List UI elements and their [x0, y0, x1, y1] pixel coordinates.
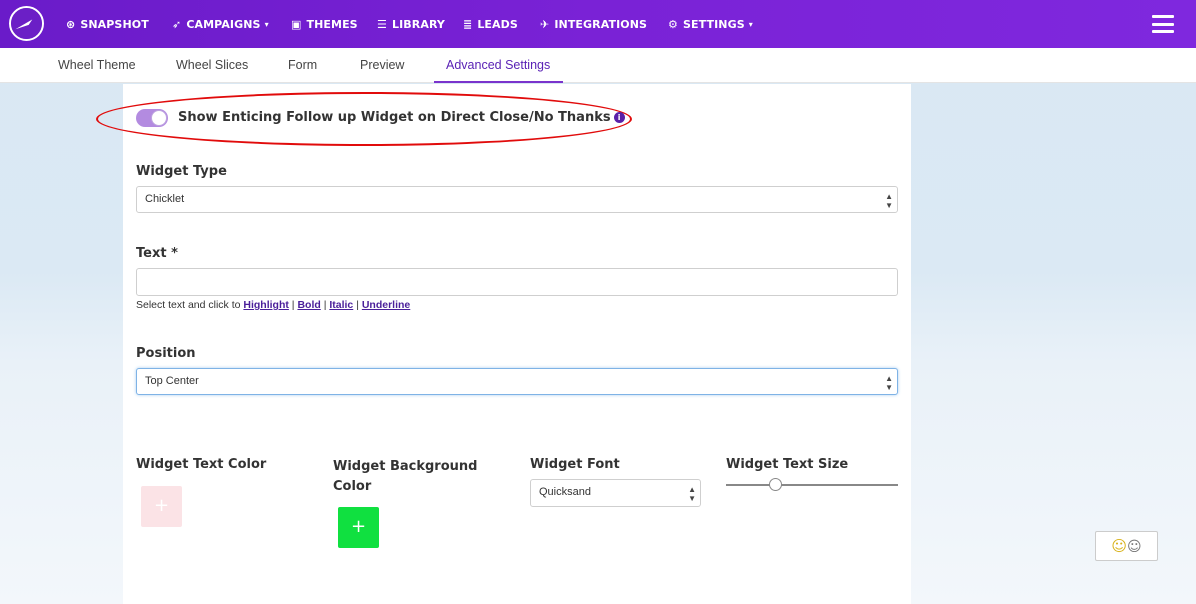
formatting-helper: Select text and click to Highlight | Bol…	[136, 299, 410, 311]
tab-wheel-slices[interactable]: Wheel Slices	[176, 48, 248, 83]
nav-snapshot[interactable]: ⊛ SNAPSHOT	[66, 0, 149, 48]
helper-sep: |	[353, 299, 362, 311]
chevron-down-icon: ▾	[748, 19, 753, 29]
emoji-feedback-button[interactable]: ☺☺	[1095, 531, 1158, 561]
nav-library-label: LIBRARY	[391, 17, 445, 31]
slider-track	[726, 484, 898, 486]
widget-type-value: Chicklet	[145, 193, 185, 205]
paper-plane-icon: ➶	[172, 17, 182, 31]
select-arrows-icon: ▲ ▼	[885, 374, 893, 392]
plus-icon: +	[350, 516, 367, 537]
italic-link[interactable]: Italic	[329, 299, 353, 311]
nav-settings-label: SETTINGS	[682, 17, 745, 31]
nav-campaigns[interactable]: ➶ CAMPAIGNS ▾	[172, 0, 269, 48]
tab-advanced-settings[interactable]: Advanced Settings	[434, 48, 564, 83]
widget-background-color-picker[interactable]: +	[338, 507, 379, 548]
cogs-icon: ⚙	[668, 17, 678, 31]
highlight-link[interactable]: Highlight	[243, 299, 289, 311]
widget-text-size-label: Widget Text Size	[726, 457, 849, 472]
settings-card	[123, 84, 911, 604]
smiley-icon: ☺	[1127, 539, 1142, 555]
widget-text-size-slider[interactable]	[726, 478, 898, 492]
position-label: Position	[136, 346, 196, 361]
settings-tabs: Wheel Theme Wheel Slices Form Preview Ad…	[0, 48, 1196, 83]
nav-integrations[interactable]: ✈ INTEGRATIONS	[540, 0, 647, 48]
widget-text-color-label: Widget Text Color	[136, 457, 267, 472]
nav-library[interactable]: ☰ LIBRARY	[377, 0, 445, 48]
helper-prefix: Select text and click to	[136, 299, 244, 311]
nav-leads[interactable]: ≣ LEADS	[463, 0, 518, 48]
select-arrows-icon: ▲ ▼	[688, 485, 696, 503]
followup-widget-toggle[interactable]	[136, 109, 168, 127]
wheel-logo-icon	[11, 8, 42, 39]
info-icon[interactable]: i	[613, 112, 625, 123]
nav-leads-label: LEADS	[477, 17, 518, 31]
chevron-down-icon: ▾	[264, 19, 269, 29]
widget-font-select[interactable]: Quicksand ▲ ▼	[530, 479, 701, 507]
tab-preview[interactable]: Preview	[360, 48, 404, 83]
followup-label-text: Show Enticing Follow up Widget on Direct…	[178, 110, 611, 125]
plus-icon: +	[153, 495, 170, 516]
widget-background-color-label: Widget Background Color	[333, 459, 478, 494]
followup-widget-toggle-label: Show Enticing Follow up Widget on Direct…	[178, 110, 625, 125]
widget-text-input[interactable]	[136, 268, 898, 296]
position-value: Top Center	[145, 375, 199, 387]
smiley-add-icon: ☺	[1111, 537, 1128, 555]
tab-form[interactable]: Form	[288, 48, 317, 83]
nav-integrations-label: INTEGRATIONS	[554, 17, 648, 31]
nav-settings[interactable]: ⚙ SETTINGS ▾	[668, 0, 753, 48]
image-icon: ▣	[291, 17, 302, 31]
list-icon: ≣	[463, 17, 473, 31]
plug-icon: ✈	[540, 17, 550, 31]
nav-themes[interactable]: ▣ THEMES	[291, 0, 358, 48]
list-alt-icon: ☰	[377, 17, 387, 31]
widget-font-value: Quicksand	[539, 486, 591, 498]
hamburger-menu-icon[interactable]	[1152, 15, 1174, 33]
widget-type-label: Widget Type	[136, 164, 227, 179]
nav-campaigns-label: CAMPAIGNS	[186, 17, 261, 31]
widget-type-select[interactable]: Chicklet ▲ ▼	[136, 186, 898, 213]
dashboard-icon: ⊛	[66, 17, 76, 31]
bold-link[interactable]: Bold	[297, 299, 320, 311]
nav-themes-label: THEMES	[306, 17, 358, 31]
top-navbar: ⊛ SNAPSHOT ➶ CAMPAIGNS ▾ ▣ THEMES ☰ LIBR…	[0, 0, 1196, 48]
select-arrows-icon: ▲ ▼	[885, 192, 893, 210]
widget-text-color-picker[interactable]: +	[141, 486, 182, 527]
position-select[interactable]: Top Center ▲ ▼	[136, 368, 898, 395]
toggle-knob	[151, 110, 167, 126]
underline-link[interactable]: Underline	[362, 299, 410, 311]
app-logo[interactable]	[9, 6, 44, 41]
text-field-label: Text *	[136, 246, 178, 261]
tab-wheel-theme[interactable]: Wheel Theme	[58, 48, 136, 83]
nav-snapshot-label: SNAPSHOT	[80, 17, 149, 31]
widget-font-label: Widget Font	[530, 457, 620, 472]
slider-thumb[interactable]	[769, 478, 782, 491]
